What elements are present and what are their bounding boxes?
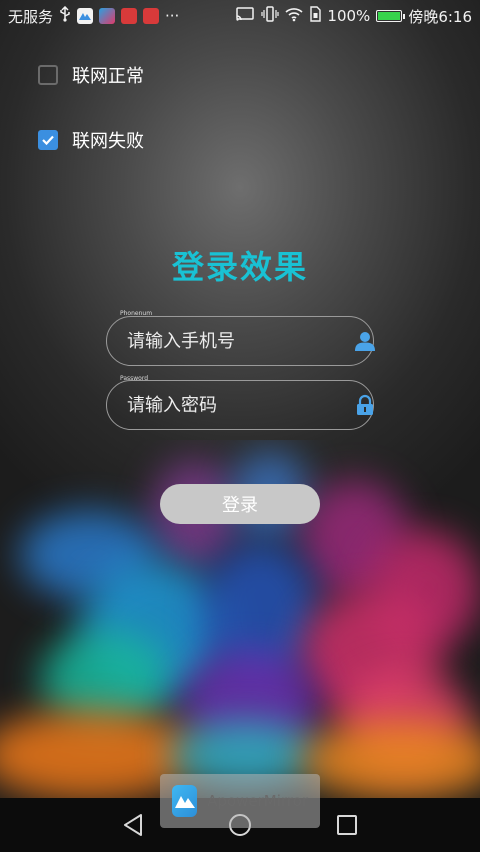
option-network-ok[interactable]: 联网正常 bbox=[38, 62, 144, 88]
option-network-failed[interactable]: 联网失败 bbox=[38, 127, 144, 153]
login-button[interactable]: 登录 bbox=[160, 484, 320, 524]
sim-icon bbox=[309, 6, 322, 26]
phone-field[interactable] bbox=[106, 316, 376, 366]
option-label: 联网正常 bbox=[72, 66, 144, 87]
page-title: 登录效果 bbox=[171, 248, 308, 286]
huawei-notification-icon-2 bbox=[143, 8, 160, 24]
time-text: 傍晚6:16 bbox=[408, 7, 472, 26]
password-input[interactable] bbox=[125, 393, 354, 417]
recent-apps-icon[interactable] bbox=[334, 812, 360, 838]
status-bar: 无服务 ··· 100% 傍晚6:16 bbox=[0, 0, 480, 32]
phone-input[interactable] bbox=[125, 329, 354, 353]
app-notification-icon bbox=[99, 8, 116, 24]
cast-icon bbox=[235, 6, 255, 26]
apowermirror-notification-icon bbox=[77, 8, 94, 24]
vibrate-icon bbox=[261, 6, 280, 26]
checkbox-unchecked-icon[interactable] bbox=[38, 65, 58, 85]
battery-icon bbox=[376, 10, 406, 22]
checkbox-checked-icon[interactable] bbox=[38, 130, 58, 150]
carrier-text: 无服务 bbox=[8, 7, 54, 26]
more-notifications-icon: ··· bbox=[165, 7, 180, 25]
huawei-notification-icon bbox=[121, 8, 138, 24]
battery-level-fill bbox=[378, 12, 401, 20]
battery-percent-text: 100% bbox=[327, 7, 371, 25]
option-label: 联网失败 bbox=[72, 131, 144, 152]
lock-icon bbox=[354, 394, 376, 416]
wifi-icon bbox=[285, 6, 303, 26]
password-field[interactable] bbox=[106, 380, 374, 430]
back-icon[interactable] bbox=[120, 812, 146, 838]
login-screen: 无服务 ··· 100% 傍晚6:16 联网正常 联网失败 登录效果 Phone… bbox=[0, 0, 480, 852]
watermark-text: ApowerMirror bbox=[207, 792, 308, 810]
apowermirror-logo-icon bbox=[172, 785, 198, 817]
usb-icon bbox=[59, 5, 71, 26]
apowermirror-watermark: ApowerMirror bbox=[160, 774, 320, 828]
user-icon bbox=[354, 330, 376, 352]
